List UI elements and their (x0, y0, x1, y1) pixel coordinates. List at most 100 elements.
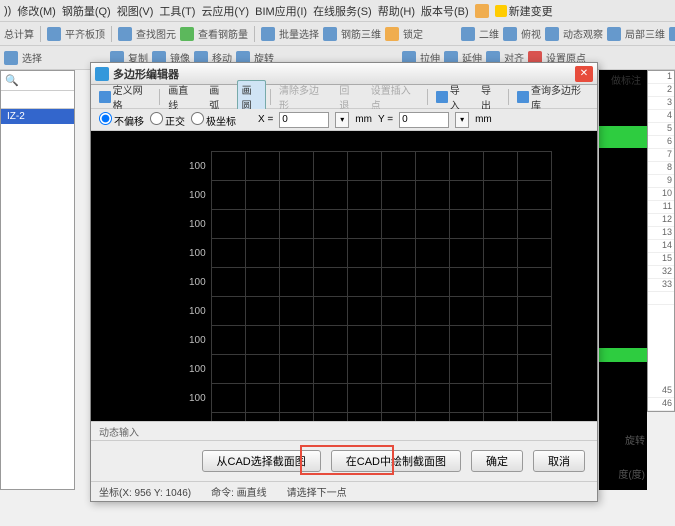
search-input[interactable] (19, 75, 70, 86)
menu-item[interactable]: 修改(M) (17, 3, 56, 19)
tb-icon[interactable] (4, 51, 18, 65)
ruler-tick: 11 (648, 201, 674, 214)
menu-item[interactable]: 帮助(H) (378, 3, 415, 19)
right-ruler: 1 2 3 4 5 6 7 8 9 10 11 12 13 14 15 32 3… (647, 70, 675, 412)
menu-item[interactable]: 钢筋量(Q) (62, 3, 111, 19)
ruler-tick: 45 (648, 385, 674, 398)
x-input[interactable] (279, 112, 329, 128)
sidebar: 🔍 IZ-2 (0, 70, 75, 490)
tb-icon[interactable] (461, 27, 475, 41)
tb-icon[interactable] (180, 27, 194, 41)
ruler-tick (648, 292, 674, 305)
polygon-editor-dialog: 多边形编辑器 ✕ 定义网格 画直线 画弧 画圆 清除多边形 回退 设置插入点 导… (90, 62, 598, 502)
tb-item[interactable]: 钢筋三维 (341, 26, 381, 41)
ortho-radio[interactable]: 正交 (150, 112, 185, 128)
ruler-tick: 7 (648, 149, 674, 162)
y-input[interactable] (399, 112, 449, 128)
tb-icon[interactable] (545, 27, 559, 41)
back-button[interactable]: 回退 (335, 81, 362, 113)
x-dropdown[interactable]: ▾ (335, 112, 349, 128)
ruler-tick: 2 (648, 84, 674, 97)
cmd-value: 画直线 (237, 488, 267, 499)
new-change-button[interactable]: 新建变更 (495, 3, 553, 19)
right-canvas-strip (599, 70, 647, 490)
tb-icon[interactable] (118, 27, 132, 41)
label: 清除多边形 (279, 82, 327, 112)
dialog-button-row: 从CAD选择截面图 在CAD中绘制截面图 确定 取消 (91, 441, 597, 481)
draw-line-button[interactable]: 画直线 (164, 81, 201, 113)
tb-icon[interactable] (47, 27, 61, 41)
tb-item[interactable]: 俯视 (521, 26, 541, 41)
draw-arc-button[interactable]: 画弧 (205, 81, 232, 113)
grid-icon (99, 91, 111, 103)
coord-readout: 坐标(X: 956 Y: 1046) (99, 484, 191, 499)
from-cad-button[interactable]: 从CAD选择截面图 (202, 450, 321, 472)
grid: 100 100 100 100 100 100 100 100 100 100 … (211, 151, 551, 421)
polar-radio[interactable]: 极坐标 (191, 112, 236, 128)
ruler-tick: 14 (648, 240, 674, 253)
ruler-tick: 33 (648, 279, 674, 292)
menu-item[interactable]: 云应用(Y) (201, 3, 249, 19)
annotation-header: 做标注 (611, 72, 641, 87)
label: 极坐标 (206, 117, 236, 128)
label: 画弧 (209, 82, 228, 112)
label: 正交 (165, 117, 185, 128)
ruler-tick: 6 (648, 136, 674, 149)
no-offset-radio[interactable]: 不偏移 (99, 112, 144, 128)
tb-item[interactable]: 动态观察 (563, 26, 603, 41)
tb-icon[interactable] (261, 27, 275, 41)
tb-icon[interactable] (323, 27, 337, 41)
label: 定义网格 (113, 82, 152, 112)
import-button[interactable]: 导入 (432, 81, 473, 113)
tb-item[interactable]: 选择 (22, 50, 42, 65)
import-icon (436, 91, 448, 103)
tb-item[interactable]: 总计算 (4, 26, 34, 41)
ruler-tick: 5 (648, 123, 674, 136)
ruler-tick: 3 (648, 97, 674, 110)
menu-item[interactable]: )) (4, 5, 11, 17)
clear-polygon-button[interactable]: 清除多边形 (275, 81, 331, 113)
tb-icon[interactable] (669, 27, 675, 41)
tb-item[interactable]: 批量选择 (279, 26, 319, 41)
drawing-canvas[interactable]: 100 100 100 100 100 100 100 100 100 100 … (91, 131, 597, 421)
dialog-icon (95, 67, 109, 81)
ruler-tick: 1 (648, 71, 674, 84)
toolbar-row-1: 总计算 平齐板顶 查找图元 查看钢筋量 批量选择 钢筋三维 锁定 二维 俯视 动… (0, 22, 675, 46)
search-icon (517, 91, 529, 103)
define-grid-button[interactable]: 定义网格 (95, 81, 155, 113)
tb-icon[interactable] (503, 27, 517, 41)
tb-item[interactable]: 平齐板顶 (65, 26, 105, 41)
tb-icon[interactable] (607, 27, 621, 41)
y-label: Y = (378, 114, 393, 125)
tb-item[interactable]: 二维 (479, 26, 499, 41)
menu-item[interactable]: 视图(V) (117, 3, 154, 19)
tb-item[interactable]: 查看钢筋量 (198, 26, 248, 41)
label: 导出 (481, 82, 500, 112)
tb-item[interactable]: 局部三维 (625, 26, 665, 41)
cancel-button[interactable]: 取消 (533, 450, 585, 472)
y-dropdown[interactable]: ▾ (455, 112, 469, 128)
tb-icon[interactable] (385, 27, 399, 41)
query-lib-button[interactable]: 查询多边形库 (513, 81, 593, 113)
menu-item[interactable]: 在线服务(S) (313, 3, 372, 19)
warning-icon (475, 4, 489, 18)
label: 画圆 (242, 82, 261, 112)
menu-item[interactable]: BIM应用(I) (255, 3, 307, 19)
label: 不偏移 (114, 117, 144, 128)
tb-item[interactable]: 锁定 (403, 26, 423, 41)
set-insert-button[interactable]: 设置插入点 (367, 81, 423, 113)
dynamic-input-label: 动态输入 (99, 424, 139, 439)
in-cad-button[interactable]: 在CAD中绘制截面图 (331, 450, 461, 472)
menu-item[interactable]: 版本号(B) (421, 3, 469, 19)
close-button[interactable]: ✕ (575, 66, 593, 82)
tb-item[interactable]: 查找图元 (136, 26, 176, 41)
grid-label: 100 (189, 161, 206, 172)
sidebar-item[interactable]: IZ-2 (1, 109, 74, 124)
grid-label: 100 (189, 306, 206, 317)
dialog-options: 不偏移 正交 极坐标 X = ▾ mm Y = ▾ mm (91, 109, 597, 131)
menu-item[interactable]: 工具(T) (159, 3, 195, 19)
ruler-tick: 13 (648, 227, 674, 240)
export-button[interactable]: 导出 (477, 81, 504, 113)
search-icon: 🔍 (5, 74, 19, 87)
ok-button[interactable]: 确定 (471, 450, 523, 472)
